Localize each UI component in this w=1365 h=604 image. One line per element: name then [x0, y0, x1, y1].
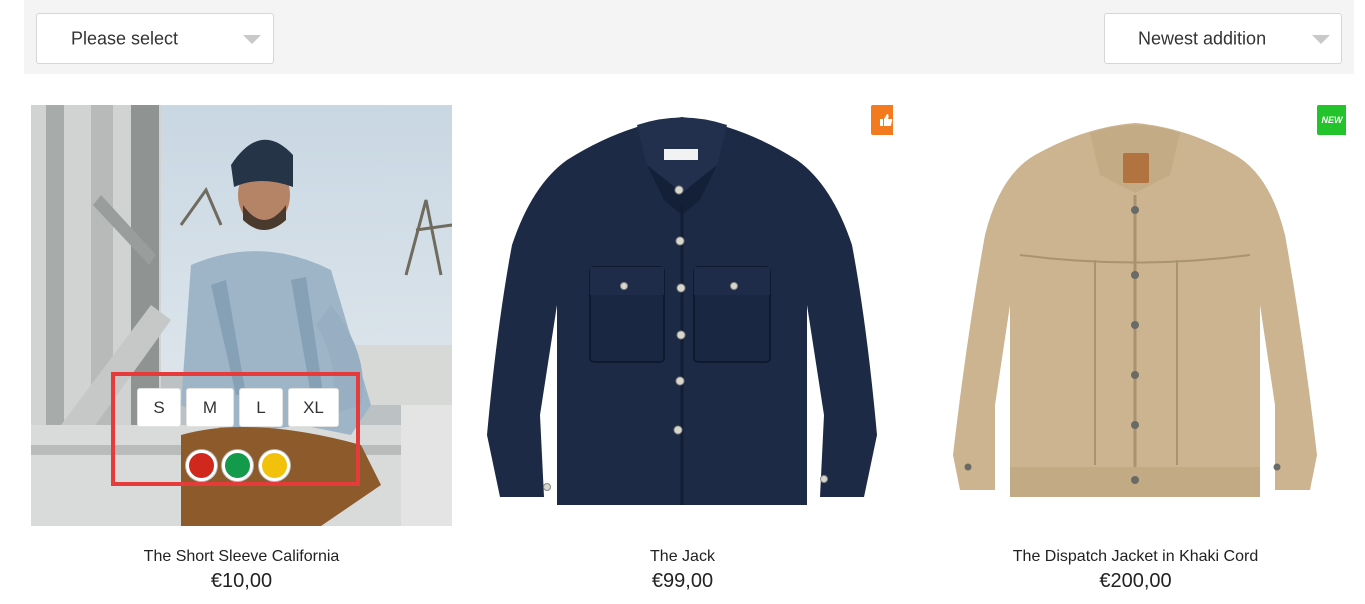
size-button-s[interactable]: S: [137, 388, 181, 427]
category-select[interactable]: Please select: [36, 13, 274, 64]
size-label: XL: [303, 397, 324, 417]
product-price: €10,00: [210, 570, 273, 592]
product-title[interactable]: The Short Sleeve California: [31, 548, 452, 566]
color-swatch-yellow[interactable]: [259, 450, 290, 481]
sort-select[interactable]: Newest addition: [1104, 13, 1342, 64]
product-image[interactable]: NEW: [925, 105, 1346, 526]
filter-bar: Please select Newest addition: [24, 0, 1354, 74]
size-label: M: [202, 397, 218, 417]
thumbs-up-icon: [871, 105, 893, 135]
chevron-down-icon: [243, 35, 261, 44]
navy-shirt-jacket: [472, 105, 893, 526]
sort-select-value: Newest addition: [1138, 28, 1267, 48]
category-select-value: Please select: [71, 28, 179, 48]
thumbs-up-glyph: [880, 114, 893, 126]
size-button-xl[interactable]: XL: [288, 388, 339, 427]
size-label: S: [153, 397, 165, 417]
chevron-down-icon: [1312, 35, 1330, 44]
size-button-m[interactable]: M: [186, 388, 234, 427]
quick-select-highlight: S M L XL: [111, 372, 360, 486]
product-title[interactable]: The Dispatch Jacket in Khaki Cord: [925, 548, 1346, 566]
color-swatch-red[interactable]: [186, 450, 217, 481]
product-price: €99,00: [651, 570, 714, 592]
product-title[interactable]: The Jack: [472, 548, 893, 566]
size-label: L: [256, 397, 266, 417]
size-button-l[interactable]: L: [239, 388, 283, 427]
color-swatch-green[interactable]: [222, 450, 253, 481]
product-image[interactable]: [472, 105, 893, 526]
new-badge-label: NEW: [1321, 115, 1343, 125]
khaki-cord-jacket: [925, 105, 1346, 526]
new-badge: NEW: [1317, 105, 1346, 135]
product-price: €200,00: [1099, 570, 1172, 592]
